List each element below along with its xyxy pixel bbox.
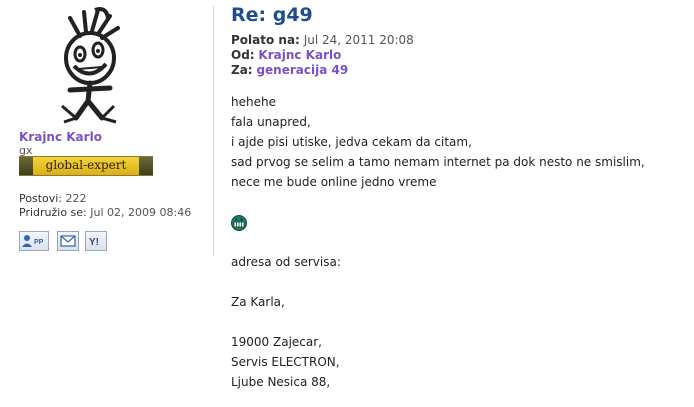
joined-value: Jul 02, 2009 08:46 — [90, 206, 192, 219]
posted-row: Polato na: Jul 24, 2011 20:08 — [231, 33, 414, 48]
post-line: adresa od servisa: — [231, 255, 341, 269]
column-divider — [213, 6, 214, 256]
post-line: sad prvog se selim a tamo nemam internet… — [231, 155, 645, 169]
from-row: Od: Krajnc Karlo — [231, 48, 414, 63]
post-line: hehehe — [231, 95, 276, 109]
smiley-line — [231, 212, 645, 232]
post-line: Servis ELECTRON, — [231, 355, 340, 369]
post-meta: Polato na: Jul 24, 2011 20:08 Od: Krajnc… — [231, 33, 414, 78]
author-panel: Krajnc Karlo gx global-expert Postovi: 2… — [0, 0, 212, 407]
post-line: Za Karla, — [231, 295, 285, 309]
author-name-link[interactable]: Krajnc Karlo — [19, 130, 102, 144]
to-group-link[interactable]: generacija 49 — [256, 63, 348, 77]
profile-button-text: PP — [34, 239, 44, 246]
posts-value: 222 — [65, 192, 87, 205]
posts-label: Postovi: — [19, 192, 63, 205]
post-line: 19000 Zajecar, — [231, 335, 322, 349]
post-line: i ajde pisi utiske, jedva cekam da citam… — [231, 135, 472, 149]
joined-date: Pridružio se: Jul 02, 2009 08:46 — [19, 206, 191, 220]
to-label: Za: — [231, 63, 253, 77]
email-icon[interactable] — [57, 231, 79, 251]
posted-value: Jul 24, 2011 20:08 — [303, 33, 414, 47]
posts-count: Postovi: 222 — [19, 192, 191, 206]
post-line — [231, 272, 645, 292]
to-row: Za: generacija 49 — [231, 63, 414, 78]
post-line: Ljube Nesica 88, — [231, 375, 331, 389]
rank-label: global-expert — [45, 158, 127, 172]
from-user-link[interactable]: Krajnc Karlo — [258, 48, 341, 62]
post-line: nece me bude online jedno vreme — [231, 175, 437, 189]
post-line — [231, 232, 645, 252]
post-body: hehehe fala unapred, i ajde pisi utiske,… — [231, 92, 645, 392]
posted-label: Polato na: — [231, 33, 300, 47]
avatar[interactable] — [40, 6, 140, 124]
yahoo-icon[interactable]: Y! — [85, 231, 107, 251]
yahoo-button-text: Y! — [89, 237, 99, 248]
post-line — [231, 192, 645, 212]
post-line — [231, 312, 645, 332]
profile-icon[interactable]: PP — [19, 231, 49, 251]
post-line: fala unapred, — [231, 115, 311, 129]
grin-smiley-icon — [231, 214, 247, 231]
post-title: Re: g49 — [231, 4, 313, 26]
joined-label: Pridružio se: — [19, 206, 87, 219]
author-stats: Postovi: 222 Pridružio se: Jul 02, 2009 … — [19, 192, 191, 220]
rank-badge: global-expert — [19, 156, 153, 176]
from-label: Od: — [231, 48, 255, 62]
